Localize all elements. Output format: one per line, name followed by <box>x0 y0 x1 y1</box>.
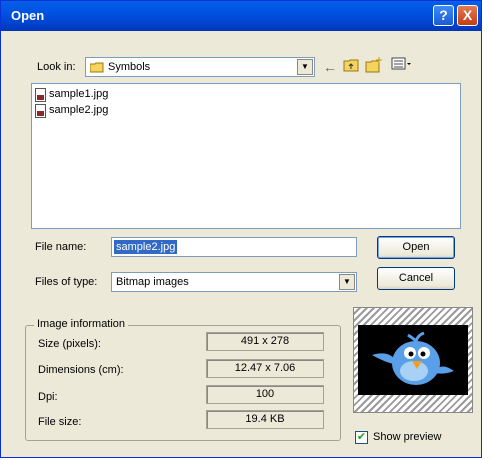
file-size-label: File size: <box>38 416 82 428</box>
checkbox-box[interactable]: ✔ <box>355 431 368 444</box>
size-value: 491 x 278 <box>206 332 324 351</box>
dimensions-value: 12.47 x 7.06 <box>206 359 324 378</box>
help-button[interactable]: ? <box>433 5 454 26</box>
preview-image <box>358 325 468 395</box>
file-type-value: Bitmap images <box>116 276 189 288</box>
size-label: Size (pixels): <box>38 338 101 350</box>
back-arrow-icon[interactable]: ← <box>323 59 337 75</box>
chevron-down-icon: ▼ <box>301 62 309 71</box>
look-in-value: Symbols <box>108 61 151 73</box>
checkmark-icon: ✔ <box>356 431 367 443</box>
dpi-value: 100 <box>206 385 324 404</box>
close-icon: X <box>462 7 473 23</box>
file-name-value: sample2.jpg <box>114 240 178 254</box>
views-menu-icon[interactable] <box>391 57 413 74</box>
image-file-icon <box>35 104 46 118</box>
file-type-label: Files of type: <box>35 276 98 288</box>
show-preview-label: Show preview <box>373 431 442 443</box>
image-file-icon <box>35 88 46 102</box>
look-in-combo[interactable]: Symbols ▼ <box>85 57 315 77</box>
file-list[interactable]: sample1.jpg sample2.jpg <box>31 83 461 229</box>
image-preview <box>353 307 473 413</box>
bird-image <box>372 331 454 385</box>
file-name: sample2.jpg <box>49 104 109 116</box>
help-icon: ? <box>439 7 448 23</box>
open-dialog: Open ? X Look in: Symbols ▼ ← sample1.jp… <box>0 0 482 458</box>
new-folder-icon[interactable] <box>365 57 383 76</box>
dialog-title: Open <box>11 8 45 23</box>
file-name-label: File name: <box>35 241 87 253</box>
file-name-input[interactable]: sample2.jpg <box>111 237 357 257</box>
dimensions-label: Dimensions (cm): <box>38 364 124 376</box>
look-in-dropdown-button[interactable]: ▼ <box>297 59 313 75</box>
image-info-title: Image information <box>34 318 129 330</box>
cancel-button[interactable]: Cancel <box>377 267 455 290</box>
folder-icon <box>89 62 104 73</box>
up-folder-icon[interactable] <box>343 57 359 76</box>
close-button[interactable]: X <box>457 5 478 26</box>
file-type-combo[interactable]: Bitmap images ▼ <box>111 272 357 292</box>
chevron-down-icon: ▼ <box>343 277 351 286</box>
file-type-dropdown-button[interactable]: ▼ <box>339 274 355 290</box>
open-button[interactable]: Open <box>377 236 455 259</box>
image-info-group: Image information Size (pixels): 491 x 2… <box>25 318 341 441</box>
look-in-label: Look in: <box>37 61 76 73</box>
title-bar[interactable]: Open ? X <box>1 1 481 31</box>
file-size-value: 19.4 KB <box>206 410 324 429</box>
file-name: sample1.jpg <box>49 88 109 100</box>
dpi-label: Dpi: <box>38 391 58 403</box>
